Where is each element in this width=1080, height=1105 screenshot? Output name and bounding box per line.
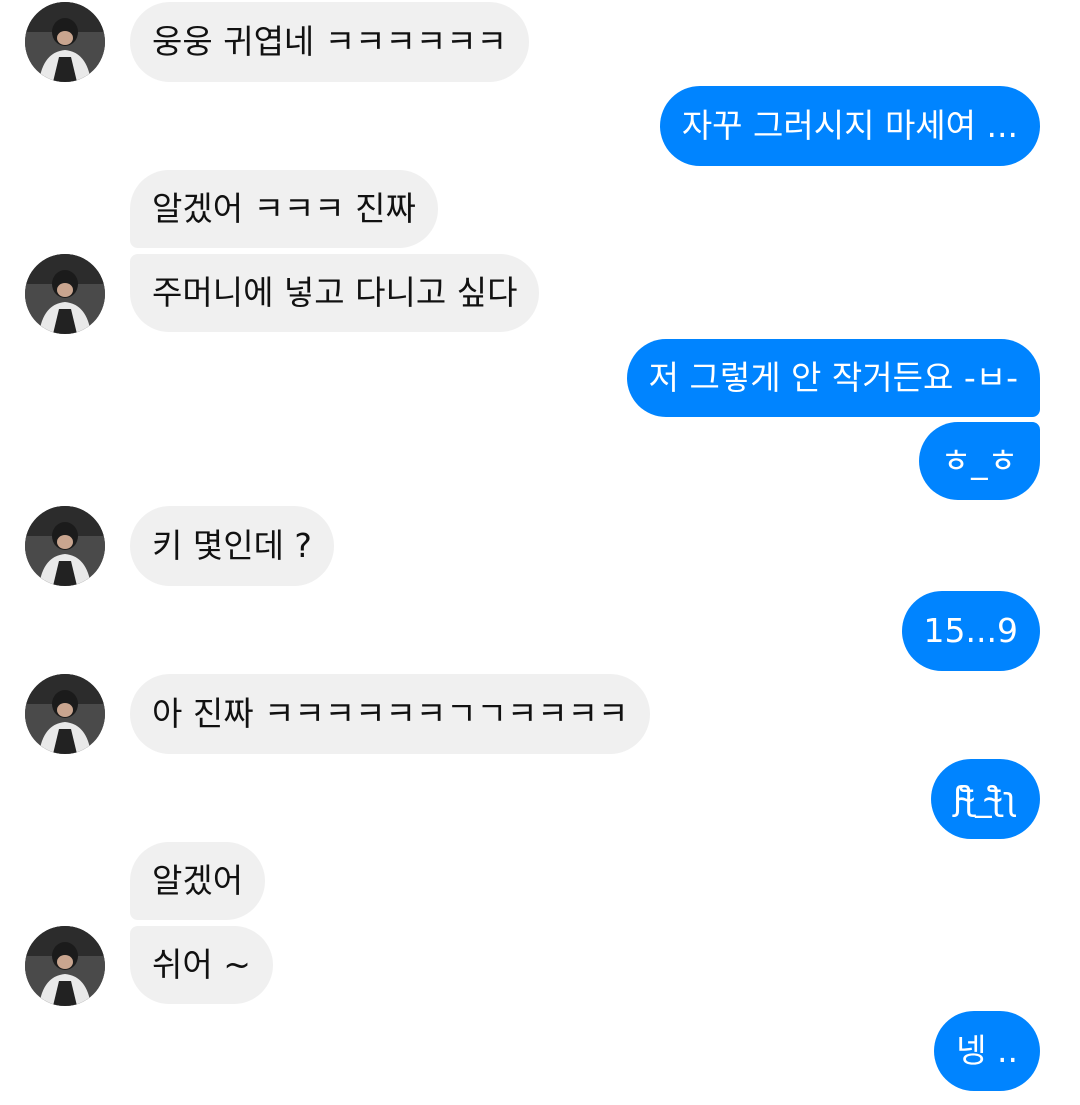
avatar-photo-icon (25, 506, 105, 586)
message-bubble-incoming[interactable]: 키 몇인데 ? (130, 506, 334, 586)
message-bubble-outgoing[interactable]: 자꾸 그러시지 마세여 ... (659, 86, 1040, 166)
avatar-photo-icon (25, 2, 105, 82)
avatar-photo-icon (25, 926, 105, 1006)
message-bubble-outgoing[interactable]: ㅎ_ㅎ (918, 422, 1040, 500)
avatar-photo-icon (25, 674, 105, 754)
contact-avatar[interactable] (25, 254, 105, 334)
message-bubble-incoming[interactable]: 알겠어 ㅋㅋㅋ 진짜 (130, 170, 438, 248)
message-bubble-incoming[interactable]: 웅웅 귀엽네 ㅋㅋㅋㅋㅋㅋ (130, 2, 529, 82)
message-bubble-incoming[interactable]: 알겠어 (130, 842, 266, 920)
message-bubble-outgoing[interactable]: 15...9 (901, 591, 1040, 671)
message-thread: 웅웅 귀엽네 ㅋㅋㅋㅋㅋㅋ 자꾸 그러시지 마세여 ... 알겠어 ㅋㅋㅋ 진짜… (0, 0, 1080, 1105)
message-bubble-incoming[interactable]: 주머니에 넣고 다니고 싶다 (130, 254, 540, 332)
contact-avatar[interactable] (25, 926, 105, 1006)
contact-avatar[interactable] (25, 506, 105, 586)
avatar-photo-icon (25, 254, 105, 334)
message-bubble-outgoing[interactable]: 저 그렇게 안 작거든요 -ㅂ- (626, 339, 1040, 417)
message-bubble-incoming[interactable]: 쉬어 ~ (130, 926, 273, 1004)
contact-avatar[interactable] (25, 674, 105, 754)
contact-avatar[interactable] (25, 2, 105, 82)
message-bubble-outgoing[interactable]: 넹 .. (934, 1011, 1040, 1091)
message-bubble-incoming[interactable]: 아 진짜 ㅋㅋㅋㅋㅋㅋㄱㄱㅋㅋㅋㅋ (130, 674, 651, 754)
message-bubble-outgoing[interactable]: ʃƪ̴_ƪ̴ʅ (931, 759, 1040, 839)
